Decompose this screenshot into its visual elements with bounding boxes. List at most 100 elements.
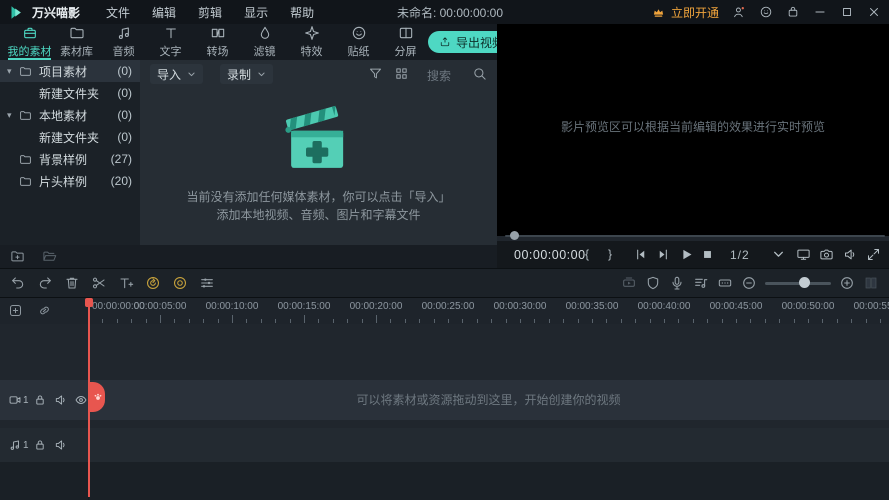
stop-button[interactable]: [700, 247, 715, 262]
zoom-out-icon[interactable]: [741, 275, 757, 291]
filter-icon[interactable]: [368, 66, 383, 81]
volume-icon[interactable]: [843, 247, 858, 262]
minor-tick: [318, 319, 319, 323]
snapshot-icon[interactable]: [819, 247, 834, 262]
vip-upgrade-button[interactable]: 立即开通: [651, 4, 719, 21]
tree-item-local-media[interactable]: ▾本地素材(0): [0, 104, 140, 126]
zoom-slider-track: [765, 282, 831, 285]
lock-icon[interactable]: [786, 5, 800, 19]
search-input[interactable]: 搜索: [427, 67, 451, 84]
audio-mixer-icon[interactable]: [693, 275, 709, 291]
mute-track-icon[interactable]: [54, 438, 68, 452]
delete-icon[interactable]: [64, 275, 80, 291]
redo-icon[interactable]: [37, 275, 53, 291]
timeline-zoom-slider[interactable]: [765, 275, 831, 291]
zoom-in-icon[interactable]: [839, 275, 855, 291]
dual-monitor-icon[interactable]: [796, 247, 811, 262]
minor-tick: [131, 319, 132, 323]
minor-tick: [606, 319, 607, 323]
view-mode-icon[interactable]: [394, 66, 409, 81]
tree-item-count: (27): [111, 152, 132, 166]
tree-item-bg-samples[interactable]: 背景样例(27): [0, 148, 140, 170]
mark-out-button[interactable]: }: [608, 247, 612, 261]
tree-item-intro-samples[interactable]: 片头样例(20): [0, 170, 140, 192]
folder-big-icon: [69, 25, 85, 41]
menu-clip[interactable]: 剪辑: [198, 4, 222, 21]
minor-tick: [664, 319, 665, 323]
new-folder-icon[interactable]: [10, 249, 25, 264]
minor-tick: [362, 319, 363, 323]
preview-seek-bar[interactable]: [505, 235, 885, 237]
preview-hint-text: 影片预览区可以根据当前编辑的效果进行实时预览: [497, 118, 889, 135]
tab-text[interactable]: 文字: [147, 24, 194, 60]
adjust-icon[interactable]: [199, 275, 215, 291]
menu-view[interactable]: 显示: [244, 4, 268, 21]
ruler-scale[interactable]: 00:00:00:0000:00:05:0000:00:10:0000:00:1…: [88, 298, 889, 324]
add-marker-icon[interactable]: [8, 303, 23, 318]
voiceover-icon[interactable]: [669, 275, 685, 291]
tree-item-project-media[interactable]: ▾项目素材(0): [0, 60, 140, 82]
import-button[interactable]: 导入: [150, 64, 203, 84]
shield-icon[interactable]: [645, 275, 661, 291]
briefcase-icon: [22, 25, 38, 41]
vip-crown-icon: [651, 6, 666, 19]
undo-icon[interactable]: [10, 275, 26, 291]
tab-label: 我的素材: [8, 43, 52, 59]
tab-my-media[interactable]: 我的素材: [6, 24, 53, 60]
tab-filters[interactable]: 滤镜: [241, 24, 288, 60]
audio-track-icon: [8, 438, 22, 452]
record-button[interactable]: 录制: [220, 64, 273, 84]
preview-seek-handle[interactable]: [510, 231, 519, 240]
tab-library[interactable]: 素材库: [53, 24, 100, 60]
search-icon[interactable]: [472, 66, 487, 81]
preview-quality-dropdown[interactable]: 1/2: [730, 248, 750, 262]
zoom-slider-thumb[interactable]: [799, 277, 810, 288]
tree-item-count: (0): [117, 108, 132, 122]
caret-down-icon[interactable]: ▾: [7, 66, 17, 77]
zoom-fit-icon[interactable]: [863, 275, 879, 291]
color-match-icon[interactable]: [172, 275, 188, 291]
minor-tick: [246, 319, 247, 323]
maximize-button[interactable]: [840, 5, 854, 19]
tab-label: 音频: [113, 43, 135, 59]
add-text-icon[interactable]: [118, 275, 134, 291]
tab-transition[interactable]: 转场: [194, 24, 241, 60]
minimize-button[interactable]: [813, 5, 827, 19]
split-clip-icon[interactable]: [91, 275, 107, 291]
account-icon[interactable]: [732, 5, 746, 19]
tab-audio[interactable]: 音频: [100, 24, 147, 60]
delete-folder-icon[interactable]: [42, 249, 57, 264]
feedback-icon[interactable]: [759, 5, 773, 19]
tree-item-count: (20): [111, 174, 132, 188]
minor-tick: [765, 319, 766, 323]
playhead-handle[interactable]: [85, 298, 93, 307]
menu-file[interactable]: 文件: [106, 4, 130, 21]
close-button[interactable]: [867, 5, 881, 19]
tab-effects[interactable]: 特效: [288, 24, 335, 60]
play-button[interactable]: [679, 247, 694, 262]
lock-track-icon[interactable]: [33, 393, 47, 407]
tab-split[interactable]: 分屏: [382, 24, 429, 60]
hide-track-icon[interactable]: [74, 393, 88, 407]
minor-tick: [563, 319, 564, 323]
lock-track-icon[interactable]: [33, 438, 47, 452]
mute-track-icon[interactable]: [54, 393, 68, 407]
mark-in-button[interactable]: {: [585, 247, 589, 261]
tree-item-new-folder-1[interactable]: 新建文件夹(0): [0, 82, 140, 104]
chevron-down-icon[interactable]: [772, 248, 785, 261]
audio-track[interactable]: [0, 428, 889, 462]
menu-edit[interactable]: 编辑: [152, 4, 176, 21]
motion-tracking-icon[interactable]: [145, 275, 161, 291]
minor-tick: [707, 319, 708, 323]
tree-item-new-folder-2[interactable]: 新建文件夹(0): [0, 126, 140, 148]
fullscreen-icon[interactable]: [866, 247, 881, 262]
timeline-ruler[interactable]: 00:00:00:0000:00:05:0000:00:10:0000:00:1…: [0, 298, 889, 324]
render-preview-icon[interactable]: [717, 275, 733, 291]
minor-tick: [779, 319, 780, 323]
tab-stickers[interactable]: 贴纸: [335, 24, 382, 60]
next-frame-button[interactable]: [656, 247, 671, 262]
timeline-area: 00:00:00:0000:00:05:0000:00:10:0000:00:1…: [0, 298, 889, 500]
previous-frame-button[interactable]: [633, 247, 648, 262]
caret-down-icon[interactable]: ▾: [7, 110, 17, 121]
auto-ripple-icon[interactable]: [37, 303, 52, 318]
